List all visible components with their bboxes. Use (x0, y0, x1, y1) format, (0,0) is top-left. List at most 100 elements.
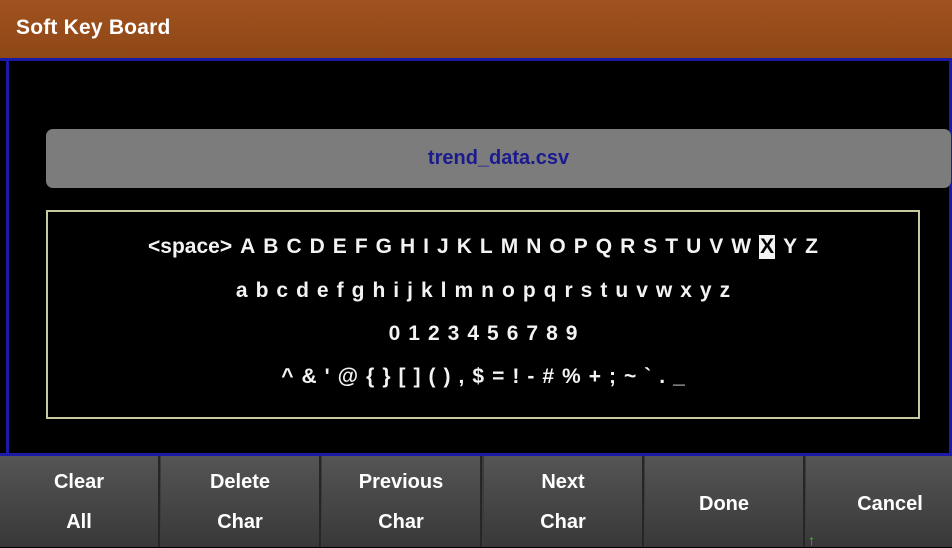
key-n[interactable]: n (481, 279, 494, 303)
key-j[interactable]: j (407, 279, 413, 303)
key-&[interactable]: & (302, 365, 317, 389)
keyboard-row-lowercase: abcdefghijklmnopqrstuvwxyz (48, 279, 918, 303)
key-=[interactable]: = (492, 365, 504, 389)
key-p[interactable]: p (523, 279, 536, 303)
key-O[interactable]: O (549, 235, 565, 259)
key-([interactable]: ( (429, 365, 436, 389)
key-_[interactable]: _ (673, 365, 685, 389)
key-L[interactable]: L (480, 235, 493, 259)
key-E[interactable]: E (333, 235, 347, 259)
key-D[interactable]: D (310, 235, 325, 259)
filename-input[interactable]: trend_data.csv (46, 129, 951, 188)
key-c[interactable]: c (276, 279, 288, 303)
key-e[interactable]: e (317, 279, 329, 303)
soft-keyboard: <space> A B C D E F G H I J K L M N O P Q R S T U V W X Y Z abcdef… (46, 210, 920, 419)
key-6[interactable]: 6 (507, 322, 519, 346)
key-l[interactable]: l (441, 279, 447, 303)
key-I[interactable]: I (423, 235, 429, 259)
key-3[interactable]: 3 (448, 322, 460, 346)
done-button[interactable]: Done (645, 456, 805, 547)
key-g[interactable]: g (352, 279, 365, 303)
key-}[interactable]: } (382, 365, 390, 389)
key-9[interactable]: 9 (566, 322, 578, 346)
key-u[interactable]: u (615, 279, 628, 303)
key-i[interactable]: i (393, 279, 399, 303)
key-5[interactable]: 5 (487, 322, 499, 346)
key-7[interactable]: 7 (526, 322, 538, 346)
title-bar: Soft Key Board (0, 0, 952, 58)
key-B[interactable]: B (263, 235, 278, 259)
delete-char-button[interactable]: Delete Char (161, 456, 321, 547)
key-A[interactable]: A (240, 235, 255, 259)
key-U[interactable]: U (686, 235, 701, 259)
key-t[interactable]: t (600, 279, 607, 303)
key-2[interactable]: 2 (428, 322, 440, 346)
key-Y[interactable]: Y (783, 235, 797, 259)
key-m[interactable]: m (454, 279, 473, 303)
key-![interactable]: ! (512, 365, 519, 389)
key-space[interactable]: <space> (148, 235, 232, 259)
key-z[interactable]: z (720, 279, 731, 303)
key-f[interactable]: f (337, 279, 344, 303)
key-y[interactable]: y (700, 279, 712, 303)
key-1[interactable]: 1 (408, 322, 420, 346)
keyboard-row-digits: 0123456789 (48, 322, 918, 346)
key-q[interactable]: q (544, 279, 557, 303)
key-s[interactable]: s (581, 279, 593, 303)
key-Q[interactable]: Q (596, 235, 612, 259)
previous-char-button[interactable]: Previous Char (322, 456, 482, 547)
key-x[interactable]: x (680, 279, 692, 303)
key-R[interactable]: R (620, 235, 635, 259)
next-char-button[interactable]: Next Char (484, 456, 644, 547)
key-)[interactable]: ) (444, 365, 451, 389)
key-+[interactable]: + (589, 365, 601, 389)
key-P[interactable]: P (574, 235, 588, 259)
key-w[interactable]: w (656, 279, 672, 303)
key--[interactable]: - (527, 365, 534, 389)
key-d[interactable]: d (296, 279, 309, 303)
key-k[interactable]: k (421, 279, 433, 303)
key-F[interactable]: F (355, 235, 368, 259)
key-4[interactable]: 4 (467, 322, 479, 346)
key-@[interactable]: @ (338, 365, 358, 389)
key-$[interactable]: $ (472, 365, 484, 389)
key-W[interactable]: W (731, 235, 751, 259)
key-v[interactable]: v (636, 279, 648, 303)
key-T[interactable]: T (665, 235, 678, 259)
key-;[interactable]: ; (609, 365, 616, 389)
key-C[interactable]: C (286, 235, 301, 259)
key-K[interactable]: K (457, 235, 472, 259)
key-V[interactable]: V (709, 235, 723, 259)
key-r[interactable]: r (564, 279, 572, 303)
key-G[interactable]: G (376, 235, 392, 259)
key-a[interactable]: a (236, 279, 248, 303)
key-N[interactable]: N (526, 235, 541, 259)
key-H[interactable]: H (400, 235, 415, 259)
key-M[interactable]: M (501, 235, 519, 259)
key-8[interactable]: 8 (546, 322, 558, 346)
up-arrow-icon: ↑ (808, 532, 815, 548)
key-o[interactable]: o (502, 279, 515, 303)
clear-all-button[interactable]: Clear All (0, 456, 160, 547)
key-~[interactable]: ~ (624, 365, 636, 389)
key-h[interactable]: h (372, 279, 385, 303)
window-title: Soft Key Board (16, 16, 171, 39)
key-0[interactable]: 0 (389, 322, 401, 346)
key-,[interactable]: , (459, 365, 465, 389)
key-][interactable]: ] (414, 365, 421, 389)
key-b[interactable]: b (256, 279, 269, 303)
cancel-button[interactable]: Cancel (806, 456, 952, 547)
key-{[interactable]: { (366, 365, 374, 389)
key-.[interactable]: . (659, 365, 665, 389)
key-^[interactable]: ^ (281, 365, 293, 389)
key-#[interactable]: # (542, 365, 554, 389)
key-X[interactable]: X (759, 235, 776, 259)
key-J[interactable]: J (437, 235, 449, 259)
key-`[interactable]: ` (644, 365, 651, 389)
key-[[interactable]: [ (399, 365, 406, 389)
key-Z[interactable]: Z (805, 235, 818, 259)
key-'[interactable]: ' (325, 365, 330, 389)
key-S[interactable]: S (643, 235, 657, 259)
keyboard-row-uppercase: <space> A B C D E F G H I J K L M N O P Q R S T U V W X Y Z (48, 235, 918, 259)
key-%[interactable]: % (562, 365, 581, 389)
